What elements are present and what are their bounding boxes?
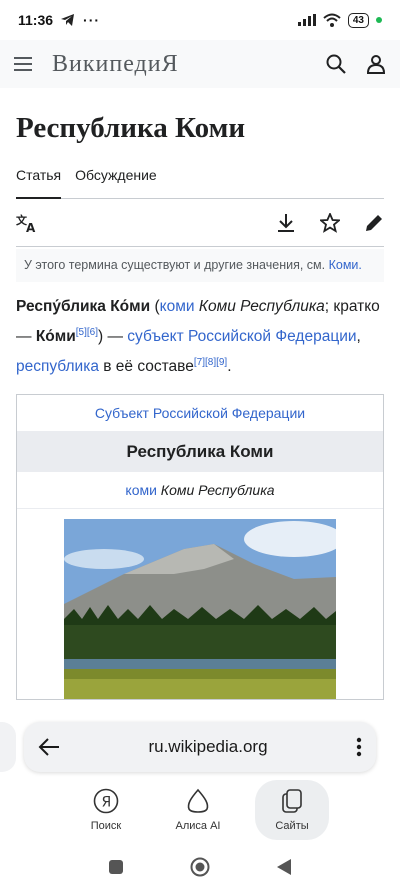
address-bar[interactable]: ru.wikipedia.org <box>24 722 376 772</box>
page-title: Республика Коми <box>16 112 246 144</box>
home-icon[interactable] <box>190 857 210 877</box>
tab-article[interactable]: Статья <box>16 165 62 199</box>
hatnote: У этого термина существуют и другие знач… <box>16 249 384 282</box>
svg-text:Я: Я <box>102 795 112 811</box>
infobox-name: Республика Коми <box>17 432 383 473</box>
lead-text: в её составе <box>98 358 194 376</box>
lead-bold-short: Ко́ми <box>35 328 76 346</box>
yandex-search-icon: Я <box>93 788 119 814</box>
nav-sites[interactable]: Сайты <box>255 780 329 840</box>
signal-icon <box>297 14 316 26</box>
tabs-icon <box>282 789 302 813</box>
url-text[interactable]: ru.wikipedia.org <box>60 737 356 757</box>
svg-text:A: A <box>26 221 36 233</box>
download-icon[interactable] <box>276 213 296 233</box>
nav-search[interactable]: Я Поиск <box>71 780 141 840</box>
lead-text: ( <box>150 298 160 315</box>
battery-indicator: 43 <box>347 12 369 28</box>
wifi-icon <box>323 13 341 27</box>
user-icon[interactable] <box>366 54 386 74</box>
status-bar: 11:36 ··· 43 <box>0 0 400 40</box>
nav-search-label: Поиск <box>90 820 122 832</box>
lead-bold-name: Респу́блика Ко́ми <box>16 298 151 315</box>
article-tabs: Статья Обсуждение <box>16 165 384 199</box>
recents-icon[interactable] <box>108 859 124 875</box>
page-actions: 文A <box>16 199 384 247</box>
status-time: 11:36 <box>18 12 54 28</box>
lead-text: , <box>356 328 361 346</box>
browser-bottom-nav: Я Поиск Алиса AI Сайты <box>0 780 400 842</box>
infobox-native-name: Коми Республика <box>156 482 275 499</box>
article-content: Республика Коми Статья Обсуждение 文A У э… <box>0 88 400 708</box>
back-arrow-icon[interactable] <box>38 738 60 756</box>
back-icon[interactable] <box>276 858 292 876</box>
lead-native-name: Коми Республика <box>194 298 325 315</box>
nav-sites-label: Сайты <box>275 820 309 832</box>
more-dots-icon: ··· <box>83 12 101 28</box>
edit-icon[interactable] <box>364 213 384 233</box>
previous-tab-peek[interactable] <box>0 722 16 772</box>
infobox-caption[interactable]: Субъект Российской Федерации <box>17 395 383 433</box>
translate-icon[interactable]: 文A <box>16 213 38 233</box>
lead-text: ) — <box>98 328 128 346</box>
wiki-header: ВикипедиЯ <box>0 40 400 88</box>
infobox: Субъект Российской Федерации Республика … <box>16 394 384 701</box>
privacy-dot <box>376 17 382 23</box>
system-nav-bar <box>0 845 400 889</box>
lead-link-subject[interactable]: субъект Российской Федерации <box>127 328 356 345</box>
wikipedia-logo[interactable]: ВикипедиЯ <box>52 51 179 78</box>
search-icon[interactable] <box>326 54 346 74</box>
lead-link-republic[interactable]: республика <box>16 358 99 375</box>
menu-icon[interactable] <box>14 56 34 72</box>
landscape-photo[interactable] <box>64 519 336 700</box>
nav-alice-label: Алиса AI <box>175 820 221 832</box>
nav-alice[interactable]: Алиса AI <box>163 780 233 840</box>
alice-icon <box>187 788 209 813</box>
more-vertical-icon[interactable] <box>356 737 362 757</box>
lead-ref-2[interactable]: [7][8][9] <box>194 357 227 368</box>
lead-paragraph: Респу́блика Ко́ми (коми Коми Республика;… <box>16 294 384 380</box>
lead-link-komi[interactable]: коми <box>160 298 195 315</box>
infobox-lang-link[interactable]: коми <box>125 482 157 498</box>
lead-text: . <box>227 358 232 376</box>
infobox-native: коми Коми Республика <box>17 472 383 510</box>
star-icon[interactable] <box>320 212 340 233</box>
hatnote-link[interactable]: Коми. <box>329 258 362 272</box>
hatnote-text: У этого термина существуют и другие знач… <box>24 258 326 272</box>
lead-ref-1[interactable]: [5][6] <box>76 327 98 338</box>
telegram-icon <box>61 14 75 26</box>
tab-talk[interactable]: Обсуждение <box>75 165 157 198</box>
